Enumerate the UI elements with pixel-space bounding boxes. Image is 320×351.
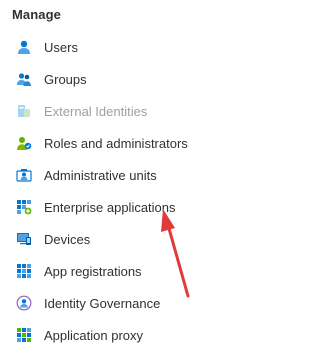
nav-item-application-proxy[interactable]: Application proxy [0, 319, 241, 351]
nav-item-administrative-units[interactable]: Administrative units [0, 159, 241, 191]
identity-governance-icon [16, 295, 32, 311]
nav-item-external-identities[interactable]: External Identities [0, 95, 241, 127]
nav-item-label: Devices [44, 231, 91, 247]
section-title-manage: Manage [12, 7, 62, 22]
application-proxy-icon [16, 327, 32, 343]
nav-item-label: External Identities [44, 103, 148, 119]
nav-item-users[interactable]: Users [0, 31, 241, 63]
user-icon [16, 39, 32, 55]
manage-nav-list: Users Groups External Identities Roles a… [0, 31, 241, 351]
nav-item-label: Identity Governance [44, 295, 161, 311]
nav-item-label: Enterprise applications [44, 199, 176, 215]
nav-item-enterprise-applications[interactable]: Enterprise applications [0, 191, 241, 223]
app-registrations-icon [16, 263, 32, 279]
enterprise-applications-icon [16, 199, 32, 215]
administrative-units-icon [16, 167, 32, 183]
nav-item-label: Roles and administrators [44, 135, 188, 151]
nav-item-label: Users [44, 39, 78, 55]
nav-item-label: Groups [44, 71, 87, 87]
external-identities-icon [16, 103, 32, 119]
groups-icon [16, 71, 32, 87]
roles-icon [16, 135, 32, 151]
nav-item-app-registrations[interactable]: App registrations [0, 255, 241, 287]
nav-item-label: Administrative units [44, 167, 157, 183]
nav-item-groups[interactable]: Groups [0, 63, 241, 95]
nav-item-roles-and-administrators[interactable]: Roles and administrators [0, 127, 241, 159]
devices-icon [16, 231, 32, 247]
nav-item-label: App registrations [44, 263, 142, 279]
nav-item-label: Application proxy [44, 327, 143, 343]
nav-item-identity-governance[interactable]: Identity Governance [0, 287, 241, 319]
nav-item-devices[interactable]: Devices [0, 223, 241, 255]
